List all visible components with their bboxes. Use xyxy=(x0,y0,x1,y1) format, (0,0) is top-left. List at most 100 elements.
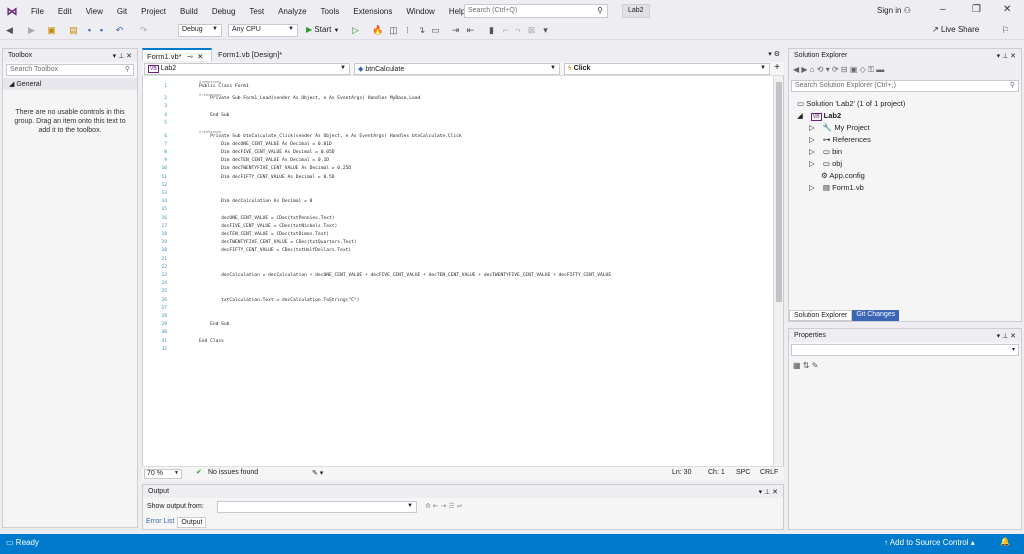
hot-reload-icon[interactable]: 🔥 xyxy=(372,25,383,36)
object-select[interactable]: ◆ btnCalculate ▼ xyxy=(354,63,560,75)
code-line[interactable]: decTEN_CENT_VALUE = CDec(txtDimes.Text) xyxy=(199,232,329,237)
platform-select[interactable]: Any CPU ▼ xyxy=(228,24,298,37)
code-line[interactable]: Private Sub btnCalculate_Click(sender As… xyxy=(199,134,462,139)
code-line[interactable]: Dim decFIVE_CENT_VALUE As Decimal = 0.05… xyxy=(199,150,334,155)
code-line[interactable]: decTWENTYFIVE_CENT_VALUE = CDec(txtQuart… xyxy=(199,240,357,245)
pin-icon[interactable]: ⊸ xyxy=(187,52,193,61)
code-line[interactable]: Dim decONE_CENT_VALUE As Decimal = 0.01D xyxy=(199,142,332,147)
properties-object-select[interactable]: ▾ xyxy=(791,344,1019,356)
event-select[interactable]: ϟ Click ▼ xyxy=(564,63,770,75)
tab-form1-vb[interactable]: Form1.vb* ⊸ ✕ xyxy=(142,48,212,61)
scrollbar-thumb[interactable] xyxy=(776,82,782,302)
tree-item-form1-vb[interactable]: ▷ ▤ Form1.vb xyxy=(809,183,864,192)
close-icon[interactable]: ✕ xyxy=(197,52,203,61)
tab-overflow-icon[interactable]: ▾ ⚙ xyxy=(768,50,780,58)
output-source-select[interactable]: ▼ xyxy=(217,501,417,513)
zoom-select[interactable]: 70 % ▼ xyxy=(144,469,182,479)
code-cleanup-icon[interactable]: ✎ ▾ xyxy=(312,469,323,477)
tree-item-bin[interactable]: ▷ ▭ bin xyxy=(809,147,842,156)
code-line[interactable]: Public Class Form1 xyxy=(199,84,249,89)
panel-controls[interactable]: ▾ ⊥ ✕ xyxy=(759,488,778,496)
whitespace-indicator[interactable]: SPC xyxy=(736,469,750,476)
toolbox-group-general[interactable]: ◢ General xyxy=(3,78,137,90)
next-bookmark-icon[interactable]: ¬ xyxy=(512,25,523,36)
tab-form1-design[interactable]: Form1.vb [Design]* xyxy=(214,48,286,61)
add-to-source-control-button[interactable]: ↑ Add to Source Control ▴ xyxy=(884,538,975,547)
tab-error-list[interactable]: Error List xyxy=(143,517,177,528)
tree-item-app-config[interactable]: ⚙ App.config xyxy=(809,171,865,180)
menu-build[interactable]: Build xyxy=(173,7,205,16)
tab-output[interactable]: Output xyxy=(177,517,207,528)
code-line[interactable]: End Class xyxy=(199,339,224,344)
code-line[interactable]: Dim decTWENTYFIVE_CENT_VALUE As Decimal … xyxy=(199,166,351,171)
tree-item-obj[interactable]: ▷ ▭ obj xyxy=(809,159,842,168)
clear-bookmarks-icon[interactable]: ⊠ xyxy=(526,25,537,36)
code-line[interactable]: Dim decCalculation As Decimal = 0 xyxy=(199,199,312,204)
code-line[interactable]: txtCalculation.Text = decCalculation.ToS… xyxy=(199,298,359,303)
tab-git-changes[interactable]: Git Changes xyxy=(852,310,900,321)
breakpoint-icon[interactable]: ▭ xyxy=(430,25,441,36)
menu-view[interactable]: View xyxy=(79,7,110,16)
prev-bookmark-icon[interactable]: ⌐ xyxy=(500,25,511,36)
code-line[interactable]: decFIVE_CENT_VALUE = CDec(txtNickels.Tex… xyxy=(199,224,337,229)
code-editor[interactable]: 1 2 3 4 5 6 7 8 9 10 11 12 13 14 15 16 17 18 19 20 21 22 23 24 2… xyxy=(142,76,784,466)
diagnostic-icon[interactable]: ◫ xyxy=(388,25,399,36)
solution-toolbar-icons[interactable]: ◀ ▶ ⌂ ⟲ ▾ ⟳ ⊟ ▣ ◇ ⚿ ▬ xyxy=(793,65,884,75)
toolbar-overflow-icon[interactable]: ▾ xyxy=(540,25,551,36)
code-line[interactable]: decFIFTY_CENT_VALUE = CDec(txtHalfDollar… xyxy=(199,248,351,253)
code-line[interactable]: Dim decFIFTY_CENT_VALUE As Decimal = 0.5… xyxy=(199,175,334,180)
panel-controls[interactable]: ▾ ⊥ ✕ xyxy=(997,332,1016,340)
minimize-button[interactable]: – xyxy=(940,4,946,15)
code-line[interactable]: Dim decTEN_CENT_VALUE As Decimal = 0.1D xyxy=(199,158,329,163)
line-indicator[interactable]: Ln: 30 xyxy=(672,469,691,476)
start-without-debugging-icon[interactable]: ▷ xyxy=(350,25,361,36)
line-ending-indicator[interactable]: CRLF xyxy=(760,469,778,476)
vertical-scrollbar[interactable] xyxy=(773,76,783,466)
project-select[interactable]: VB Lab2 ▼ xyxy=(144,63,350,75)
code-line[interactable]: End Sub xyxy=(199,322,229,327)
step-icon[interactable]: ⁝ xyxy=(402,25,413,36)
menu-file[interactable]: File xyxy=(24,7,51,16)
panel-controls[interactable]: ▾ ⊥ ✕ xyxy=(997,52,1016,60)
toolbox-search-input[interactable]: Search Toolbox ⚲ xyxy=(6,64,134,76)
solution-node[interactable]: ▭ Solution 'Lab2' (1 of 1 project) xyxy=(797,99,905,108)
outdent-icon[interactable]: ⇤ xyxy=(465,25,476,36)
new-item-icon[interactable]: ▣ xyxy=(46,25,57,36)
menu-edit[interactable]: Edit xyxy=(51,7,79,16)
project-node[interactable]: ◢ VB Lab2 xyxy=(797,111,841,121)
code-line[interactable]: Private Sub Form1_Load(sender As Object,… xyxy=(199,96,420,101)
tree-item-my-project[interactable]: ▷ 🔧 My Project xyxy=(809,123,870,132)
menu-git[interactable]: Git xyxy=(110,7,134,16)
split-editor-icon[interactable]: + xyxy=(774,62,780,73)
code-line[interactable]: decONE_CENT_VALUE = CDec(txtPennies.Text… xyxy=(199,216,334,221)
column-indicator[interactable]: Ch: 1 xyxy=(708,469,725,476)
indent-icon[interactable]: ⇥ xyxy=(450,25,461,36)
menu-debug[interactable]: Debug xyxy=(205,7,243,16)
menu-analyze[interactable]: Analyze xyxy=(271,7,313,16)
menu-extensions[interactable]: Extensions xyxy=(346,7,399,16)
close-window-button[interactable]: ✕ xyxy=(1003,4,1011,15)
issues-status[interactable]: No issues found xyxy=(208,469,258,476)
start-button[interactable]: ▶ Start ▼ xyxy=(306,25,339,34)
panel-controls[interactable]: ▾ ⊥ ✕ xyxy=(113,52,132,60)
menu-project[interactable]: Project xyxy=(134,7,173,16)
sign-in-link[interactable]: Sign in ⚇ xyxy=(877,6,911,15)
output-toolbar-icons[interactable]: ⟰ ⇤ ⇥ ☰ ⇌ xyxy=(425,502,463,510)
redo-icon[interactable]: ↷ xyxy=(138,25,149,36)
notifications-bell-icon[interactable]: 🔔 xyxy=(1000,537,1010,546)
forward-icon[interactable]: ▶ xyxy=(26,25,37,36)
back-icon[interactable]: ◀ xyxy=(4,25,15,36)
save-icon[interactable]: ▪ xyxy=(84,25,95,36)
menu-window[interactable]: Window xyxy=(399,7,441,16)
step-over-icon[interactable]: ↴ xyxy=(416,25,427,36)
undo-icon[interactable]: ↶ xyxy=(114,25,125,36)
code-line[interactable]: End Sub xyxy=(199,113,229,118)
save-all-icon[interactable]: ▪ xyxy=(96,25,107,36)
feedback-icon[interactable]: ⚐ xyxy=(1000,25,1011,36)
code-line[interactable]: decCalculation = decCalculation + decONE… xyxy=(199,273,611,278)
tree-item-references[interactable]: ▷ ⊶ References xyxy=(809,135,871,144)
bookmark-icon[interactable]: ▮ xyxy=(486,25,497,36)
global-search-input[interactable]: Search (Ctrl+Q) ⚲ xyxy=(464,4,608,18)
configuration-select[interactable]: Debug ▼ xyxy=(178,24,222,37)
live-share-button[interactable]: ↗ Live Share xyxy=(932,25,979,34)
